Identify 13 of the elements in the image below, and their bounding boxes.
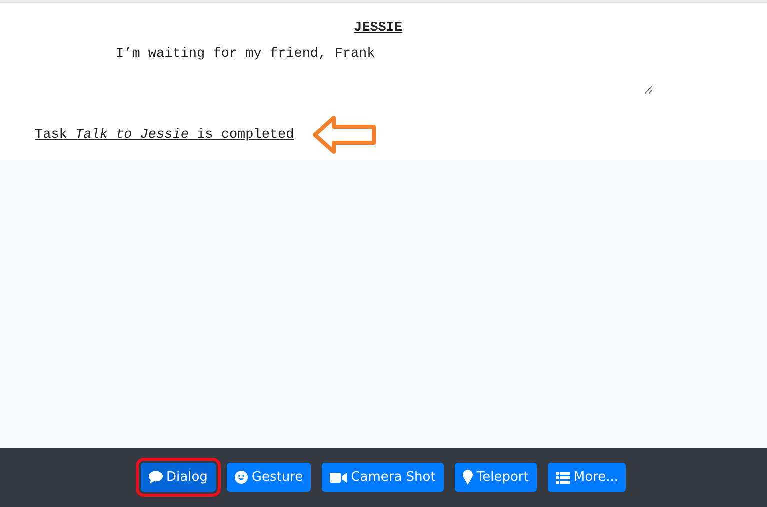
toolbar-button[interactable]: Dialog [140,463,216,492]
map-pin-icon [462,470,473,485]
toolbar-button[interactable]: More... [548,463,626,492]
toolbar-button[interactable]: Gesture [226,463,312,492]
toolbar-button[interactable]: Camera Shot [322,463,444,492]
arrow-icon [312,115,378,155]
task-message: Task Talk to Jessie is completed [35,128,294,142]
video-camera-icon [330,472,348,484]
speech-bubble-icon [148,471,162,484]
smiley-icon [234,471,248,484]
list-icon [556,472,570,484]
character-name: JESSIE [354,21,403,36]
toolbar-button[interactable]: Teleport [454,463,537,492]
